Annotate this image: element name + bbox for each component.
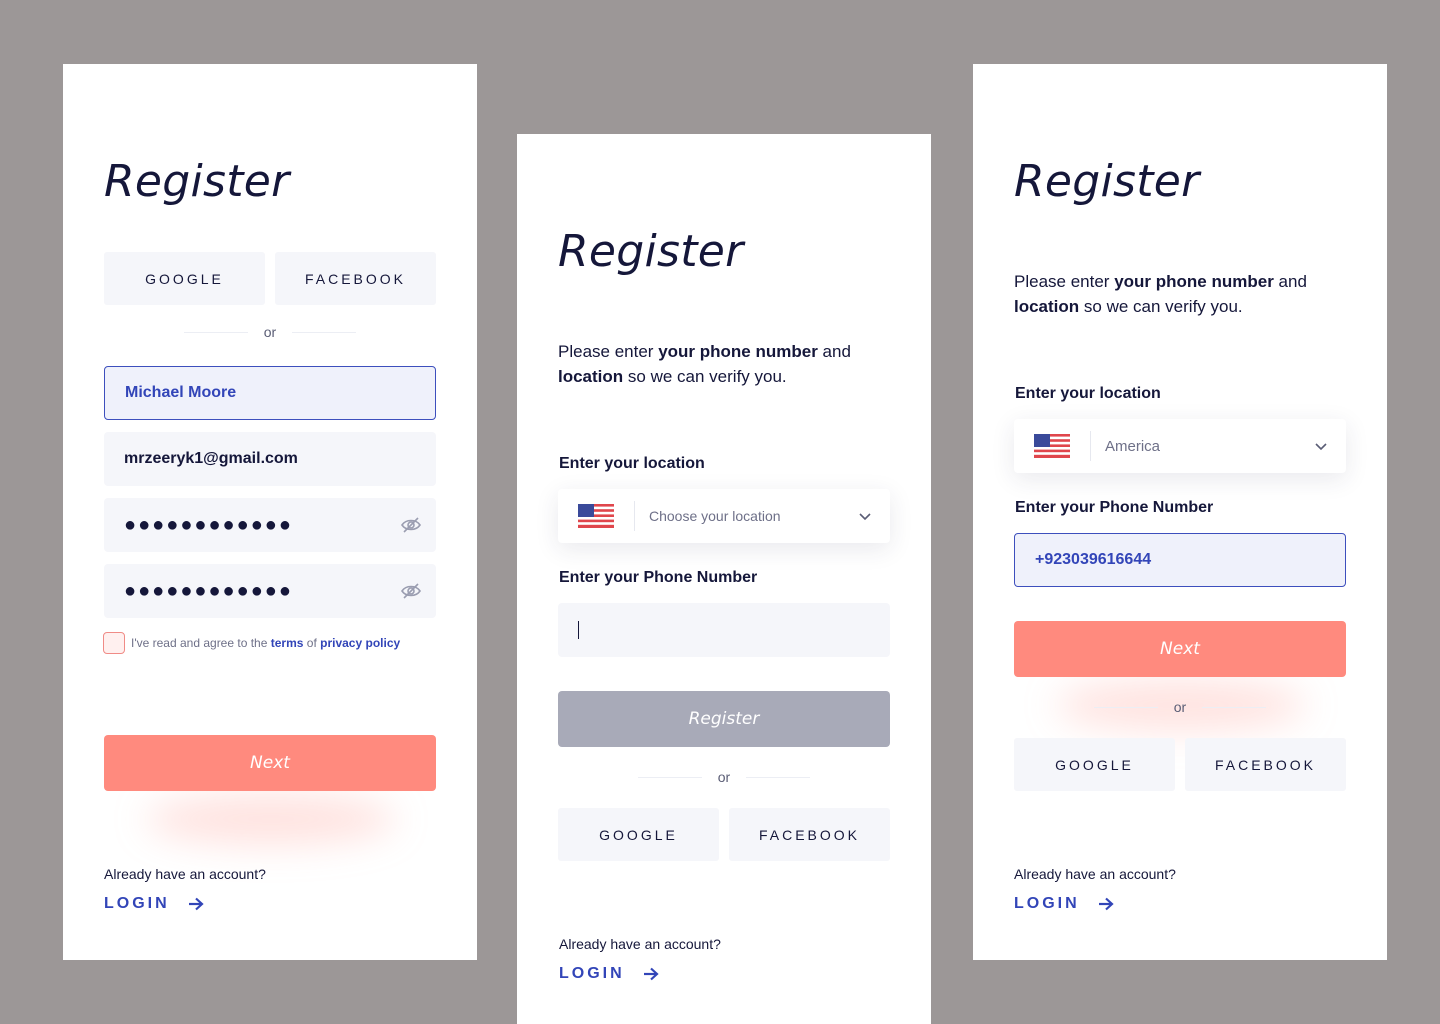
confirm-password-input[interactable]: ●●●●●●●●●●●●	[104, 564, 436, 618]
facebook-button[interactable]: FACEBOOK	[1185, 738, 1346, 791]
location-label: Enter your location	[559, 455, 705, 472]
desc-text: Please enter	[558, 342, 654, 361]
instructions-text: Please enter your phone number and locat…	[1014, 269, 1346, 319]
instructions-text: Please enter your phone number and locat…	[558, 339, 890, 389]
location-label: Enter your location	[1015, 385, 1161, 402]
login-label: LOGIN	[559, 965, 625, 982]
divider-line	[745, 776, 810, 778]
divider-line	[638, 776, 702, 778]
desc-text: and	[1278, 272, 1307, 291]
google-button[interactable]: GOOGLE	[558, 808, 719, 861]
or-text: or	[717, 769, 731, 785]
eye-off-icon[interactable]	[400, 581, 422, 601]
terms-link[interactable]: terms	[271, 636, 304, 650]
register-screen-2: Register Please enter your phone number …	[517, 134, 931, 1024]
google-button[interactable]: GOOGLE	[1014, 738, 1175, 791]
desc-bold: location	[558, 367, 624, 386]
location-placeholder: Choose your location	[649, 508, 781, 524]
location-select[interactable]: America	[1014, 419, 1346, 473]
page-title: Register	[104, 156, 290, 207]
already-have-account: Already have an account?	[559, 936, 721, 952]
desc-text: so we can verify you.	[627, 367, 787, 386]
privacy-policy-link[interactable]: privacy policy	[320, 636, 400, 650]
agree-checkbox[interactable]	[103, 632, 125, 654]
eye-off-icon[interactable]	[400, 515, 422, 535]
password-input[interactable]: ●●●●●●●●●●●●	[104, 498, 436, 552]
page-title: Register	[558, 226, 744, 277]
login-label: LOGIN	[104, 895, 170, 912]
facebook-button[interactable]: FACEBOOK	[275, 252, 436, 305]
email-input[interactable]: mrzeeryk1@gmail.com	[104, 432, 436, 486]
agree-row: I've read and agree to the terms of priv…	[103, 632, 400, 654]
or-divider: or	[638, 767, 810, 787]
location-select[interactable]: Choose your location	[558, 489, 890, 543]
desc-text: and	[822, 342, 851, 361]
chevron-down-icon	[859, 513, 871, 521]
confirm-password-value: ●●●●●●●●●●●●	[124, 580, 293, 602]
desc-text: Please enter	[1014, 272, 1110, 291]
or-divider: or	[184, 322, 356, 342]
already-have-account: Already have an account?	[1014, 866, 1176, 882]
agree-of: of	[306, 636, 317, 650]
phone-input[interactable]: +923039616644	[1014, 533, 1346, 587]
or-text: or	[263, 324, 277, 340]
phone-input[interactable]	[558, 603, 890, 657]
arrow-right-icon	[643, 967, 659, 981]
divider-line	[1201, 706, 1266, 708]
us-flag-icon	[578, 504, 614, 528]
phone-label: Enter your Phone Number	[559, 569, 758, 586]
text-caret	[578, 621, 579, 639]
divider-line	[1094, 706, 1158, 708]
arrow-right-icon	[188, 897, 204, 911]
desc-bold: your phone number	[658, 342, 818, 361]
login-link[interactable]: LOGIN	[104, 895, 204, 913]
desc-text: so we can verify you.	[1083, 297, 1243, 316]
register-screen-1: Register GOOGLE FACEBOOK or Michael Moor…	[63, 64, 477, 960]
register-button[interactable]: Register	[558, 691, 890, 747]
or-divider: or	[1094, 697, 1266, 717]
password-value: ●●●●●●●●●●●●	[124, 514, 293, 536]
page-title: Register	[1014, 156, 1200, 207]
register-screen-3: Register Please enter your phone number …	[973, 64, 1387, 960]
google-button[interactable]: GOOGLE	[104, 252, 265, 305]
desc-bold: your phone number	[1114, 272, 1274, 291]
us-flag-icon	[1034, 434, 1070, 458]
agree-prefix: I've read and agree to the	[131, 636, 268, 650]
chevron-down-icon	[1315, 443, 1327, 451]
desc-bold: location	[1014, 297, 1080, 316]
name-input[interactable]: Michael Moore	[104, 366, 436, 420]
login-link[interactable]: LOGIN	[559, 965, 659, 983]
next-button[interactable]: Next	[1014, 621, 1346, 677]
login-link[interactable]: LOGIN	[1014, 895, 1114, 913]
next-button[interactable]: Next	[104, 735, 436, 791]
button-glow	[146, 794, 396, 844]
login-label: LOGIN	[1014, 895, 1080, 912]
already-have-account: Already have an account?	[104, 866, 266, 882]
facebook-button[interactable]: FACEBOOK	[729, 808, 890, 861]
or-text: or	[1173, 699, 1187, 715]
location-value: America	[1105, 437, 1161, 455]
divider-line	[291, 331, 356, 333]
select-separator	[1090, 431, 1091, 461]
phone-label: Enter your Phone Number	[1015, 499, 1214, 516]
divider-line	[184, 331, 248, 333]
arrow-right-icon	[1098, 897, 1114, 911]
select-separator	[634, 501, 635, 531]
